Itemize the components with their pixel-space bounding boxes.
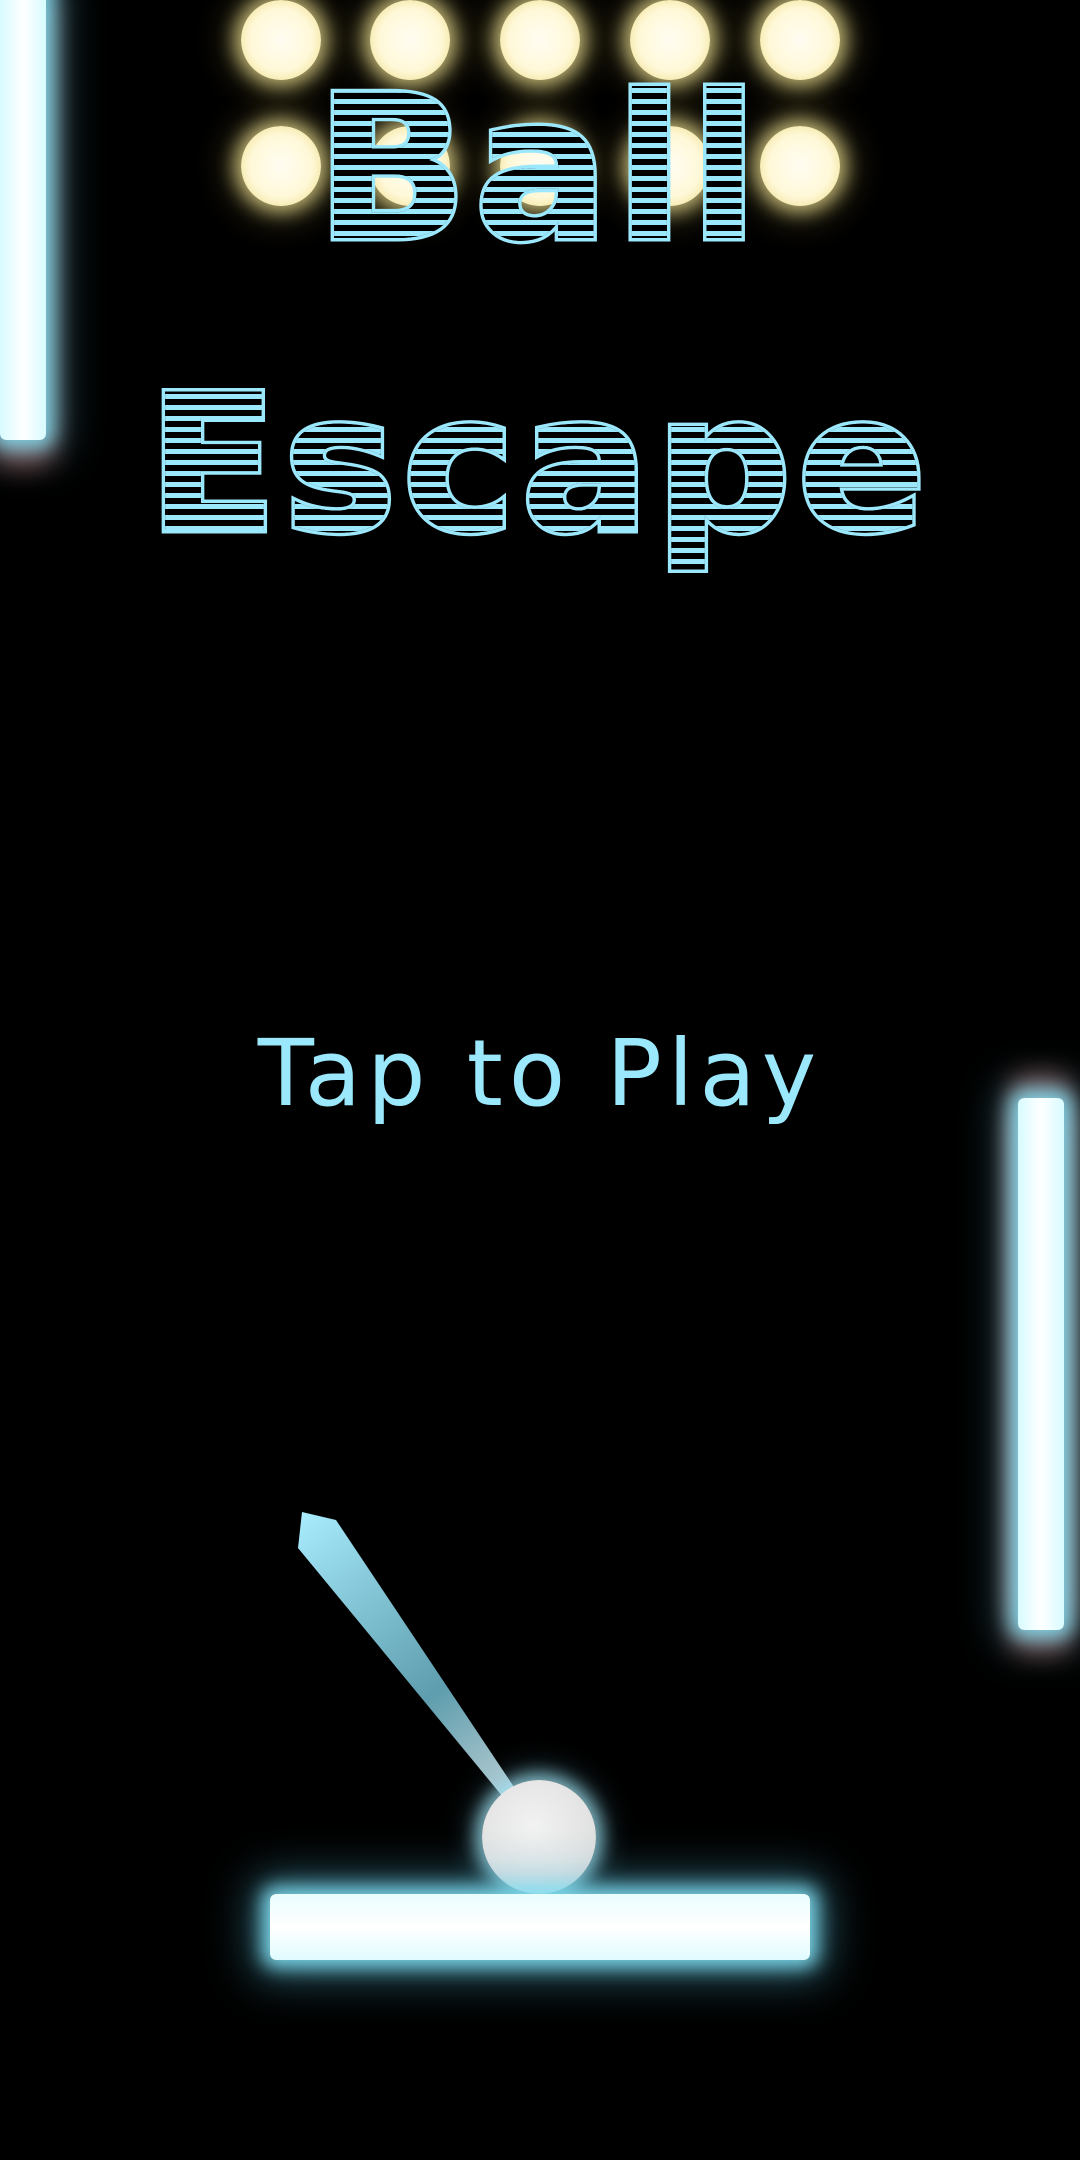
game-screen[interactable]: Ball Ball Escape Escape Tap to Play	[0, 0, 1080, 2160]
right-side-bar	[1018, 1098, 1064, 1630]
paddle[interactable]	[270, 1894, 810, 1960]
game-title-line1: Ball	[312, 53, 765, 286]
tap-to-play-prompt[interactable]: Tap to Play	[0, 1020, 1080, 1127]
ball	[482, 1780, 596, 1894]
game-title-line2: Escape	[144, 351, 933, 578]
